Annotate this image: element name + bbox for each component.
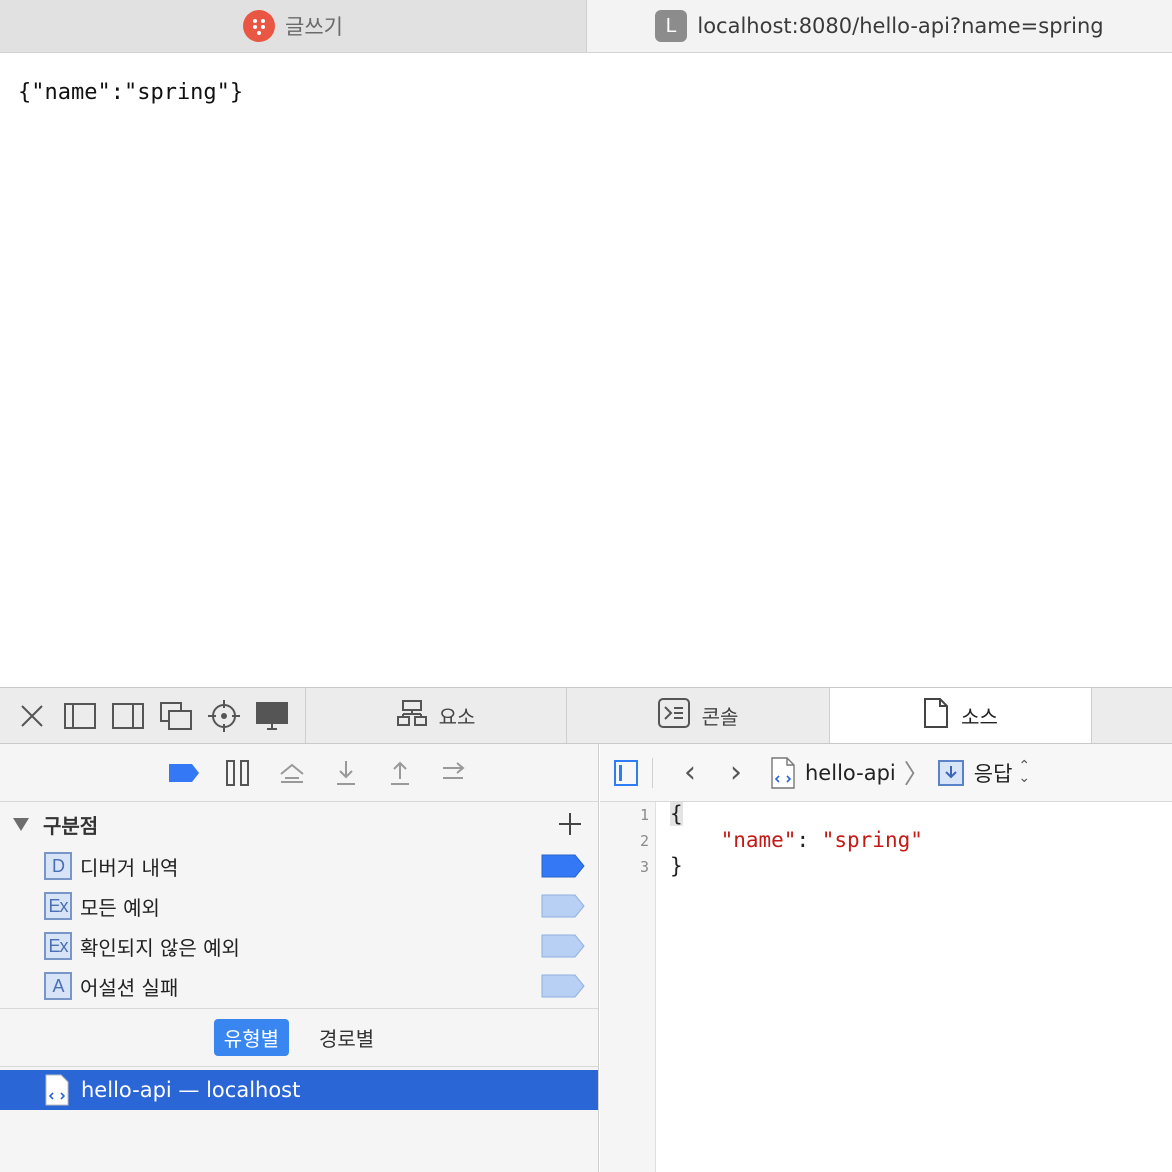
download-arrow-icon [937,759,964,786]
line-number: 2 [639,832,649,850]
breakpoint-row-all-exceptions[interactable]: Ex 모든 예외 [44,888,598,924]
breadcrumb: hello-api 〉 응답 ⌃ ⌄ [771,754,1030,791]
source-navigation-bar: ‹ › hello-api 〉 응답 ⌃ ⌄ [600,744,1172,802]
exception-icon: Ex [44,932,72,960]
detach-window-icon[interactable] [158,698,194,734]
line-number: 3 [639,858,649,876]
source-viewer-pane: ‹ › hello-api 〉 응답 ⌃ ⌄ 1 2 3 { "name": "s… [600,744,1172,1172]
breakpoint-row-uncaught-exceptions[interactable]: Ex 확인되지 않은 예외 [44,928,598,964]
code-line: "name": "spring" [670,828,923,852]
debugger-controls [0,744,598,802]
tab-label: 요소 [438,705,476,729]
resource-row-hello-api[interactable]: hello-api — localhost [0,1070,598,1110]
breakpoint-label: 확인되지 않은 예외 [80,935,240,960]
breakpoint-disabled-flag-icon[interactable] [541,894,585,922]
breadcrumb-file[interactable]: hello-api [805,761,896,785]
breakpoint-row-debugger[interactable]: D 디버거 내역 [44,848,598,884]
resource-label: hello-api — localhost [81,1078,301,1102]
breadcrumb-separator-icon: 〉 [903,760,930,790]
step-over-icon[interactable] [276,757,308,789]
tab-title: localhost:8080/hello-api?name=spring [697,14,1104,38]
tab-console[interactable]: 콘솔 [567,688,830,743]
elements-tree-icon [396,699,427,732]
letter-favicon-icon: L [655,10,688,42]
breakpoints-header[interactable]: 구분점 [0,802,598,846]
tab-write[interactable]: 글쓰기 [0,0,587,52]
code-token: } [670,854,683,878]
breakpoint-label: 모든 예외 [80,895,160,920]
tab-label: 소스 [961,705,998,729]
breakpoint-label: 디버거 내역 [80,855,179,880]
sidebar-toggle-icon[interactable] [614,759,638,786]
dock-bottom-icon[interactable] [62,698,98,734]
code-line: } [670,854,683,878]
tistory-dots-icon [243,10,276,42]
devtools-window-controls [0,688,306,743]
section-title: 구분점 [43,813,99,838]
scope-by-path-button[interactable]: 경로별 [309,1019,384,1056]
sources-navigator-pane: 구분점 D 디버거 내역 Ex 모든 예외 Ex 확인되지 않은 예외 A 어설… [0,744,599,1172]
element-picker-icon[interactable] [206,698,242,734]
code-token: { [670,802,683,826]
forward-chevron-icon[interactable]: › [713,757,759,788]
tab-title: 글쓰기 [285,15,343,39]
step-icon[interactable] [438,757,470,789]
breakpoints-toggle-icon[interactable] [168,757,200,789]
tab-localhost[interactable]: L localhost:8080/hello-api?name=spring [587,0,1172,52]
tab-label: 콘솔 [701,705,739,729]
console-prompt-icon [657,698,690,733]
page-viewport: {"name":"spring"} [0,53,1172,687]
breakpoint-disabled-flag-icon[interactable] [541,934,585,962]
document-icon [923,698,949,733]
line-number: 1 [639,806,649,824]
json-value-token: "spring" [821,828,923,852]
tab-elements[interactable]: 요소 [306,688,567,743]
step-out-icon[interactable] [384,757,416,789]
assertion-icon: A [44,972,72,1000]
device-monitor-icon[interactable] [254,698,290,734]
close-icon[interactable] [14,698,50,734]
scope-by-type-button[interactable]: 유형별 [213,1019,289,1056]
grouping-scope-bar: 유형별 경로별 [0,1009,598,1067]
breakpoint-disabled-flag-icon[interactable] [541,974,585,1002]
line-number-gutter: 1 2 3 [600,802,656,1172]
back-chevron-icon[interactable]: ‹ [667,757,713,788]
code-editor[interactable]: 1 2 3 { "name": "spring" } [600,802,1172,1172]
debugger-statement-icon: D [44,852,72,880]
updown-chevron-icon[interactable]: ⌃ ⌄ [1018,759,1030,784]
add-breakpoint-icon[interactable] [556,810,584,838]
disclosure-triangle-icon[interactable] [13,817,29,831]
code-line: { [670,802,683,826]
pause-icon[interactable] [222,757,254,789]
breakpoint-row-assertion-failures[interactable]: A 어설션 실패 [44,968,598,1004]
step-into-icon[interactable] [330,757,362,789]
browser-tab-bar: 글쓰기 L localhost:8080/hello-api?name=spri… [0,0,1172,53]
devtools-toolbar: 요소 콘솔 소스 [0,687,1172,744]
divider [652,757,653,788]
json-response-text: {"name":"spring"} [18,80,244,105]
dock-right-icon[interactable] [110,698,146,734]
source-file-icon [771,756,795,789]
json-key-token: "name" [720,828,797,852]
exception-icon: Ex [44,892,72,920]
tab-sources[interactable]: 소스 [830,688,1092,743]
breakpoint-label: 어설션 실패 [80,975,179,1000]
json-colon-token: : [796,828,822,852]
breadcrumb-response[interactable]: 응답 [974,758,1013,788]
source-file-icon [45,1074,69,1106]
breakpoint-enabled-flag-icon[interactable] [541,854,585,882]
breakpoints-section: 구분점 D 디버거 내역 Ex 모든 예외 Ex 확인되지 않은 예외 A 어설… [0,802,598,1009]
